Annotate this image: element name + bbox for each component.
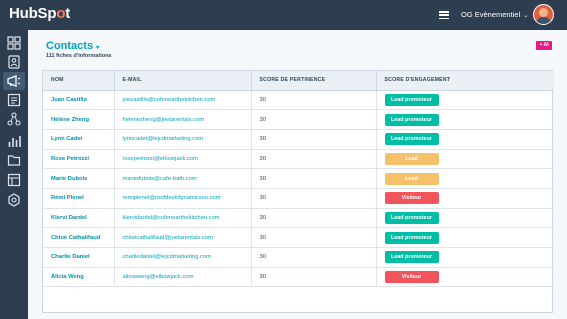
fit-score-value: 30	[251, 90, 377, 111]
column-header-email[interactable]: E-MAIL	[114, 71, 252, 91]
contact-email-link[interactable]: charliedaniel@lejcdmarketing.com	[114, 247, 252, 268]
bar-chart-icon[interactable]	[7, 134, 21, 148]
contact-name-link[interactable]: Marie Dubois	[43, 168, 115, 189]
fit-score-value: 30	[251, 168, 377, 189]
contacts-table: NOM E-MAIL SCORE DE PERTINENCE SCORE D'E…	[42, 70, 554, 313]
table-row[interactable]: Marie Dubois mariedubois@cafe-bath.com 30 L…	[43, 168, 554, 189]
contact-name-link[interactable]: Rémi Plenel	[43, 188, 115, 209]
table-row[interactable]: Alicia Weng aliciaweng@elbowjack.com 30 Vis…	[43, 267, 554, 288]
settings-icon[interactable]	[7, 193, 21, 207]
engagement-badge: Lead	[384, 152, 439, 165]
avatar[interactable]	[533, 4, 554, 25]
contact-name-link[interactable]: Rose Petrozzi	[43, 149, 115, 170]
engagement-badge: Lead promoteur	[384, 231, 439, 244]
contact-email-link[interactable]: remiplenel@roofdeckdynamicsco.com	[114, 188, 252, 209]
workflow-icon[interactable]	[7, 112, 21, 126]
main-content: Contacts ▾ 111 fiches d'informations + AI…	[28, 30, 567, 319]
chevron-down-icon: ⌄	[523, 13, 529, 19]
fit-score-value: 30	[251, 129, 377, 150]
contact-email-link[interactable]: helenezheng@joetarentals.com	[114, 109, 252, 130]
account-name: OG Evènementiel	[461, 10, 521, 19]
menu-icon[interactable]	[439, 11, 449, 20]
page-title[interactable]: Contacts ▾	[46, 40, 99, 52]
record-count: 111 fiches d'informations	[46, 53, 112, 59]
engagement-badge: Lead	[384, 172, 439, 185]
contact-email-link[interactable]: chloécathalifaud@joetarentals.com	[114, 227, 252, 248]
ai-button[interactable]: + AI	[536, 41, 552, 50]
sidebar	[0, 30, 28, 319]
contact-name-link[interactable]: Hélène Zheng	[43, 109, 115, 130]
engagement-cell: Lead promoteur	[376, 247, 554, 268]
table-row[interactable]: Rémi Plenel remiplenel@roofdeckdynamicsco…	[43, 188, 554, 209]
engagement-cell: Lead promoteur	[376, 227, 554, 248]
engagement-badge: Visiteur	[384, 192, 439, 205]
table-row[interactable]: Hélène Zheng helenezheng@joetarentals.com…	[43, 109, 554, 130]
contact-name-link[interactable]: Alicia Weng	[43, 267, 115, 288]
layout-icon[interactable]	[7, 173, 21, 187]
engagement-badge: Visiteur	[384, 271, 439, 284]
engagement-badge: Lead promoteur	[384, 93, 439, 106]
contact-name-link[interactable]: Juan Castillo	[43, 90, 115, 111]
fit-score-value: 30	[251, 188, 377, 209]
contact-name-link[interactable]: Lynn Cadet	[43, 129, 115, 150]
caret-down-icon: ▾	[96, 45, 100, 51]
engagement-cell: Lead	[376, 149, 554, 170]
engagement-cell: Lead promoteur	[376, 90, 554, 111]
contact-card-icon[interactable]	[7, 55, 21, 69]
grid-icon[interactable]	[7, 36, 21, 50]
engagement-cell: Lead	[376, 168, 554, 189]
fit-score-value: 30	[251, 109, 377, 130]
engagement-badge: Lead promoteur	[384, 251, 439, 264]
column-header-fit-score[interactable]: SCORE DE PERTINENCE	[251, 71, 377, 91]
document-icon[interactable]	[7, 93, 21, 107]
fit-score-value: 30	[251, 227, 377, 248]
table-row[interactable]: Juan Castillo joecastillo@cofenearthekitc…	[43, 90, 554, 111]
folder-icon[interactable]	[7, 153, 21, 167]
table-row[interactable]: Chloé Cathalifaud chloécathalifaud@joetar…	[43, 227, 554, 248]
contact-email-link[interactable]: klervidardel@cofenearthekitchen.com	[114, 208, 252, 229]
contact-name-link[interactable]: Charlie Daniel	[43, 247, 115, 268]
table-header-row: NOM E-MAIL SCORE DE PERTINENCE SCORE D'E…	[43, 71, 554, 91]
table-row[interactable]: Charlie Daniel charliedaniel@lejcdmarketi…	[43, 247, 554, 268]
megaphone-icon[interactable]	[3, 72, 25, 90]
account-switcher[interactable]: OG Evènementiel ⌄	[461, 10, 528, 19]
contact-email-link[interactable]: joecastillo@cofenearthekitchen.com	[114, 90, 252, 111]
fit-score-value: 30	[251, 208, 377, 229]
engagement-badge: Lead promoteur	[384, 211, 439, 224]
engagement-badge: Lead promoteur	[384, 113, 439, 126]
fit-score-value: 30	[251, 247, 377, 268]
engagement-cell: Lead promoteur	[376, 109, 554, 130]
engagement-cell: Lead promoteur	[376, 129, 554, 150]
column-header-engagement-score[interactable]: SCORE D'ENGAGEMENT	[376, 71, 554, 91]
engagement-cell: Visiteur	[376, 188, 554, 209]
top-navigation-bar: HubSpot OG Evènementiel ⌄	[0, 0, 567, 30]
table-row[interactable]: Lynn Cadet lynncadet@lejcdmarketing.com 30…	[43, 129, 554, 150]
contact-email-link[interactable]: mariedubois@cafe-bath.com	[114, 168, 252, 189]
contact-email-link[interactable]: rosepetrozzi@elbowjack.com	[114, 149, 252, 170]
hubspot-logo[interactable]: HubSpot	[9, 5, 70, 22]
column-header-name[interactable]: NOM	[43, 71, 115, 91]
engagement-cell: Visiteur	[376, 267, 554, 288]
table-row[interactable]: Rose Petrozzi rosepetrozzi@elbowjack.com 3…	[43, 149, 554, 170]
contact-email-link[interactable]: lynncadet@lejcdmarketing.com	[114, 129, 252, 150]
contact-email-link[interactable]: aliciaweng@elbowjack.com	[114, 267, 252, 288]
table-row[interactable]: Klervi Dardel klervidardel@cofenearthekit…	[43, 208, 554, 229]
contact-name-link[interactable]: Chloé Cathalifaud	[43, 227, 115, 248]
engagement-badge: Lead promoteur	[384, 133, 439, 146]
fit-score-value: 30	[251, 149, 377, 170]
contact-name-link[interactable]: Klervi Dardel	[43, 208, 115, 229]
engagement-cell: Lead promoteur	[376, 208, 554, 229]
fit-score-value: 30	[251, 267, 377, 288]
